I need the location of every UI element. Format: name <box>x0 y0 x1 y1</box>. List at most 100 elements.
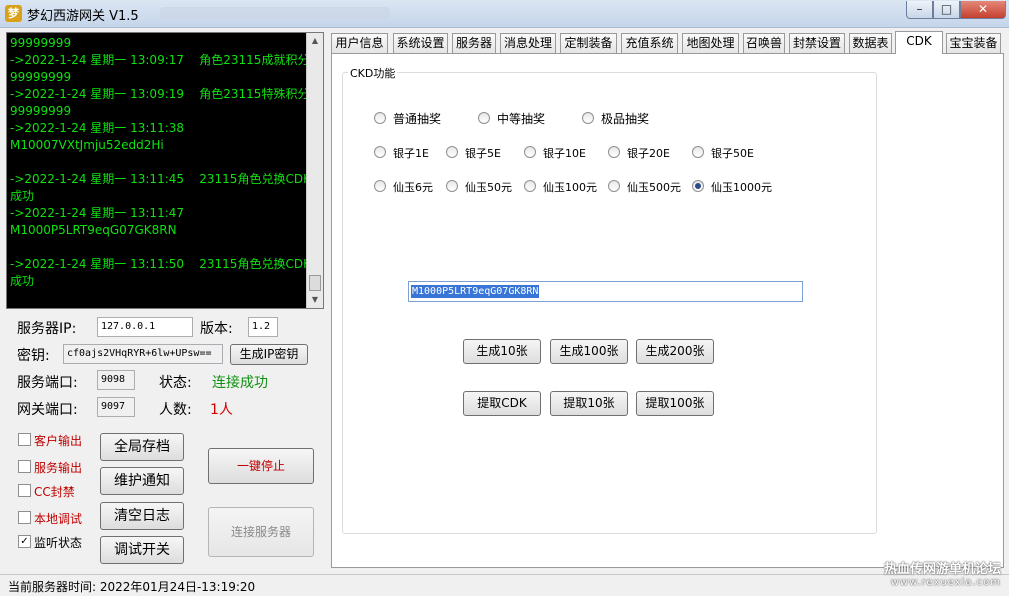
tab-system-settings[interactable]: 系统设置 <box>393 33 448 53</box>
radio-silver-1e[interactable] <box>374 146 386 158</box>
radio-jade-6[interactable] <box>374 180 386 192</box>
minimize-button[interactable]: – <box>906 1 933 19</box>
tab-server[interactable]: 服务器 <box>452 33 496 53</box>
port-label: 服务端口: <box>17 375 78 391</box>
tab-ban-settings[interactable]: 封禁设置 <box>789 33 845 53</box>
close-button[interactable]: ✕ <box>960 1 1006 19</box>
log-line: ->2022-1-24 星期一 13:11:45 23115角色兑换CDK <box>10 172 306 186</box>
radio-silver-1e-label: 银子1E <box>393 147 429 160</box>
cdk-panel: CKD功能 普通抽奖 中等抽奖 极品抽奖 银子1E 银子5E 银子10E 银子2… <box>331 53 1004 568</box>
radio-silver-50e[interactable] <box>692 146 704 158</box>
extract-100-button[interactable]: 提取100张 <box>636 391 714 416</box>
checkbox-cc-ban-label: CC封禁 <box>34 485 75 499</box>
log-line: M1000P5LRT9eqG07GK8RN <box>10 223 177 237</box>
count-label: 人数: <box>159 402 192 418</box>
tab-user-info[interactable]: 用户信息 <box>331 33 388 53</box>
maintenance-notice-button[interactable]: 维护通知 <box>100 467 184 495</box>
tab-recharge[interactable]: 充值系统 <box>621 33 678 53</box>
version-input[interactable]: 1.2 <box>248 317 278 337</box>
checkbox-client-output[interactable] <box>18 433 31 446</box>
status-value: 连接成功 <box>212 375 268 391</box>
gateway-port-input[interactable]: 9097 <box>97 397 135 417</box>
checkbox-listen-status-label: 监听状态 <box>34 536 83 550</box>
scroll-down-icon[interactable]: ▼ <box>307 292 323 308</box>
extract-cdk-button[interactable]: 提取CDK <box>463 391 541 416</box>
generate-key-button[interactable]: 生成IP密钥 <box>230 344 308 365</box>
cdk-code-input[interactable]: M1000P5LRT9eqG07GK8RN <box>408 281 803 302</box>
radio-lottery-premium[interactable] <box>582 112 594 124</box>
radio-jade-6-label: 仙玉6元 <box>393 181 433 194</box>
checkbox-local-debug[interactable] <box>18 511 31 524</box>
checkbox-server-output-label: 服务输出 <box>34 461 83 475</box>
key-label: 密钥: <box>17 348 50 364</box>
tab-pet-equipment[interactable]: 宝宝装备 <box>946 33 1001 53</box>
radio-silver-10e[interactable] <box>524 146 536 158</box>
radio-silver-20e[interactable] <box>608 146 620 158</box>
tab-summon[interactable]: 召唤兽 <box>743 33 785 53</box>
server-time-label: 当前服务器时间: <box>8 580 97 594</box>
radio-jade-50[interactable] <box>446 180 458 192</box>
log-line: M10007VXtJmju52edd2Hi <box>10 138 164 152</box>
radio-lottery-normal-label: 普通抽奖 <box>393 112 442 126</box>
tab-custom-equipment[interactable]: 定制装备 <box>560 33 617 53</box>
cdk-group-title: CKD功能 <box>348 65 398 81</box>
tab-cdk[interactable]: CDK <box>895 31 943 54</box>
radio-jade-1000-label: 仙玉1000元 <box>711 181 772 194</box>
connect-server-button[interactable]: 连接服务器 <box>208 507 314 557</box>
log-line: 成功 <box>10 189 35 203</box>
maximize-button[interactable]: □ <box>933 1 960 19</box>
status-label: 状态: <box>159 375 192 391</box>
window-title: 梦幻西游网关 V1.5 <box>27 9 139 24</box>
scroll-thumb[interactable] <box>309 275 321 291</box>
radio-silver-10e-label: 银子10E <box>543 147 586 160</box>
log-line: ->2022-1-24 星期一 13:09:19 角色23115特殊积分 <box>10 87 306 101</box>
cdk-groupbox: CKD功能 普通抽奖 中等抽奖 极品抽奖 银子1E 银子5E 银子10E 银子2… <box>342 65 877 534</box>
server-time-value: 2022年01月24日-13:19:20 <box>99 580 256 594</box>
debug-toggle-button[interactable]: 调试开关 <box>100 536 184 564</box>
tab-map[interactable]: 地图处理 <box>682 33 739 53</box>
radio-jade-1000[interactable] <box>692 180 704 192</box>
gateway-port-label: 网关端口: <box>17 402 78 418</box>
tab-message[interactable]: 消息处理 <box>500 33 556 53</box>
log-line: 99999999 <box>10 36 72 50</box>
stop-all-button[interactable]: 一键停止 <box>208 448 314 484</box>
radio-lottery-medium[interactable] <box>478 112 490 124</box>
checkbox-listen-status[interactable]: ✓ <box>18 535 31 548</box>
status-bar: 当前服务器时间: 2022年01月24日-13:19:20 <box>0 574 1009 596</box>
radio-jade-100[interactable] <box>524 180 536 192</box>
log-line: ->2022-1-24 星期一 13:11:38 <box>10 121 185 135</box>
log-console[interactable]: 99999999 ->2022-1-24 星期一 13:09:17 角色23115… <box>6 32 324 309</box>
cdk-code-selection: M1000P5LRT9eqG07GK8RN <box>411 285 540 298</box>
generate-10-button[interactable]: 生成10张 <box>463 339 541 364</box>
tab-data-table[interactable]: 数据表 <box>849 33 892 53</box>
clear-log-button[interactable]: 清空日志 <box>100 502 184 530</box>
radio-silver-20e-label: 银子20E <box>627 147 670 160</box>
server-ip-input[interactable]: 127.0.0.1 <box>97 317 193 337</box>
port-input[interactable]: 9098 <box>97 370 135 390</box>
scroll-up-icon[interactable]: ▲ <box>307 33 323 49</box>
radio-silver-5e[interactable] <box>446 146 458 158</box>
checkbox-cc-ban[interactable] <box>18 484 31 497</box>
radio-jade-50-label: 仙玉50元 <box>465 181 512 194</box>
radio-jade-500[interactable] <box>608 180 620 192</box>
app-icon: 梦 <box>5 5 22 22</box>
generate-100-button[interactable]: 生成100张 <box>550 339 628 364</box>
generate-200-button[interactable]: 生成200张 <box>636 339 714 364</box>
watermark-line2: www.rexuexia.com <box>890 577 1001 588</box>
watermark: 热血传网游单机论坛 www.rexuexia.com <box>884 558 1001 588</box>
radio-lottery-normal[interactable] <box>374 112 386 124</box>
log-line: 成功 <box>10 274 35 288</box>
checkbox-client-output-label: 客户输出 <box>34 434 83 448</box>
log-scrollbar[interactable]: ▲ ▼ <box>306 33 323 308</box>
extract-10-button[interactable]: 提取10张 <box>550 391 628 416</box>
checkbox-server-output[interactable] <box>18 460 31 473</box>
key-input[interactable]: cf0ajs2VHqRYR+6lw+UPsw== <box>63 344 223 364</box>
log-line: 99999999 <box>10 70 72 84</box>
radio-jade-500-label: 仙玉500元 <box>627 181 681 194</box>
radio-lottery-premium-label: 极品抽奖 <box>601 112 650 126</box>
radio-lottery-medium-label: 中等抽奖 <box>497 112 546 126</box>
log-line: ->2022-1-24 星期一 13:11:47 <box>10 206 185 220</box>
save-all-button[interactable]: 全局存档 <box>100 433 184 461</box>
log-line: ->2022-1-24 星期一 13:09:17 角色23115成就积分 <box>10 53 306 67</box>
